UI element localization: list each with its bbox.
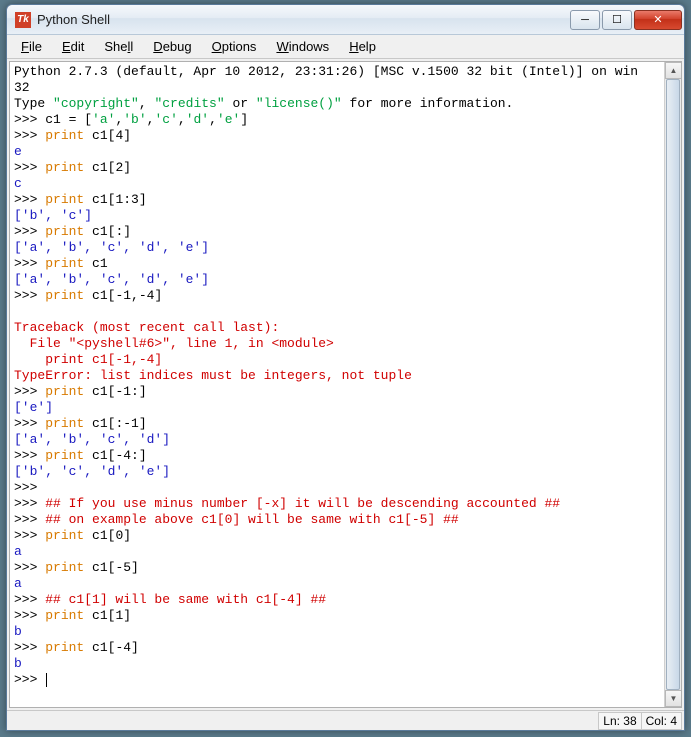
keyword: print xyxy=(45,608,84,623)
keyword: print xyxy=(45,224,84,239)
status-line: Ln: 38 xyxy=(598,712,641,730)
stmt: c1[-4:] xyxy=(84,448,146,463)
comment: ## c1[1] will be same with c1[-4] ## xyxy=(45,592,326,607)
stmt: c1[0] xyxy=(84,528,131,543)
comment: ## on example above c1[0] will be same w… xyxy=(45,512,458,527)
scroll-down-button[interactable]: ▼ xyxy=(665,690,682,707)
prompt: >>> xyxy=(14,496,45,511)
scrollbar-track[interactable] xyxy=(665,79,681,690)
vertical-scrollbar[interactable]: ▲ ▼ xyxy=(664,62,681,707)
scroll-up-button[interactable]: ▲ xyxy=(665,62,682,79)
keyword: print xyxy=(45,192,84,207)
close-button[interactable]: ✕ xyxy=(634,10,682,30)
keyword: print xyxy=(45,288,84,303)
menu-shell[interactable]: Shell xyxy=(94,37,143,56)
output: c xyxy=(14,176,22,191)
stmt: c1 = ['a','b','c','d','e'] xyxy=(45,112,248,127)
output: b xyxy=(14,656,22,671)
stmt: c1 xyxy=(84,256,107,271)
stmt: c1[-1,-4] xyxy=(84,288,162,303)
stmt: c1[-1:] xyxy=(84,384,146,399)
window-title: Python Shell xyxy=(37,12,570,27)
traceback: File "<pyshell#6>", line 1, in <module> xyxy=(14,336,334,351)
prompt: >>> xyxy=(14,160,45,175)
menubar: File Edit Shell Debug Options Windows He… xyxy=(7,35,684,59)
prompt: >>> xyxy=(14,112,45,127)
prompt: >>> xyxy=(14,448,45,463)
output: a xyxy=(14,576,22,591)
output: ['a', 'b', 'c', 'd'] xyxy=(14,432,170,447)
prompt: >>> xyxy=(14,640,45,655)
comment: ## If you use minus number [-x] it will … xyxy=(45,496,560,511)
prompt: >>> xyxy=(14,416,45,431)
stmt: c1[2] xyxy=(84,160,131,175)
banner-line: 32 xyxy=(14,80,30,95)
app-icon: Tk xyxy=(15,12,31,28)
menu-options[interactable]: Options xyxy=(202,37,267,56)
banner-line: Python 2.7.3 (default, Apr 10 2012, 23:3… xyxy=(14,64,638,79)
prompt: >>> xyxy=(14,592,45,607)
keyword: print xyxy=(45,560,84,575)
prompt: >>> xyxy=(14,288,45,303)
scrollbar-thumb[interactable] xyxy=(666,79,680,690)
traceback: TypeError: list indices must be integers… xyxy=(14,368,412,383)
prompt: >>> xyxy=(14,128,45,143)
prompt: >>> xyxy=(14,528,45,543)
editor-area[interactable]: Python 2.7.3 (default, Apr 10 2012, 23:3… xyxy=(10,62,664,707)
keyword: print xyxy=(45,384,84,399)
stmt: c1[-5] xyxy=(84,560,139,575)
minimize-button[interactable]: ─ xyxy=(570,10,600,30)
menu-debug[interactable]: Debug xyxy=(143,37,201,56)
stmt: c1[1:3] xyxy=(84,192,146,207)
prompt: >>> xyxy=(14,560,45,575)
output: ['b', 'c', 'd', 'e'] xyxy=(14,464,170,479)
menu-edit[interactable]: Edit xyxy=(52,37,94,56)
prompt: >>> xyxy=(14,256,45,271)
stmt: c1[1] xyxy=(84,608,131,623)
output: e xyxy=(14,144,22,159)
output: b xyxy=(14,624,22,639)
text-cursor xyxy=(46,673,47,687)
keyword: print xyxy=(45,128,84,143)
stmt: c1[4] xyxy=(84,128,131,143)
keyword: print xyxy=(45,160,84,175)
maximize-button[interactable]: ☐ xyxy=(602,10,632,30)
traceback: print c1[-1,-4] xyxy=(14,352,162,367)
prompt: >>> xyxy=(14,512,45,527)
output: ['a', 'b', 'c', 'd', 'e'] xyxy=(14,240,209,255)
prompt: >>> xyxy=(14,608,45,623)
keyword: print xyxy=(45,256,84,271)
output: ['b', 'c'] xyxy=(14,208,92,223)
traceback: Traceback (most recent call last): xyxy=(14,320,279,335)
prompt: >>> xyxy=(14,384,45,399)
menu-windows[interactable]: Windows xyxy=(266,37,339,56)
prompt: >>> xyxy=(14,480,45,495)
prompt: >>> xyxy=(14,192,45,207)
menu-help[interactable]: Help xyxy=(339,37,386,56)
editor-wrap: Python 2.7.3 (default, Apr 10 2012, 23:3… xyxy=(9,61,682,708)
prompt: >>> xyxy=(14,672,45,687)
window-controls: ─ ☐ ✕ xyxy=(570,10,682,30)
titlebar[interactable]: Tk Python Shell ─ ☐ ✕ xyxy=(7,5,684,35)
output: a xyxy=(14,544,22,559)
prompt: >>> xyxy=(14,224,45,239)
output: ['e'] xyxy=(14,400,53,415)
keyword: print xyxy=(45,448,84,463)
banner-line: Type "copyright", "credits" or "license(… xyxy=(14,96,513,111)
menu-file[interactable]: File xyxy=(11,37,52,56)
keyword: print xyxy=(45,528,84,543)
stmt: c1[:-1] xyxy=(84,416,146,431)
python-shell-window: Tk Python Shell ─ ☐ ✕ File Edit Shell De… xyxy=(6,4,685,731)
output: ['a', 'b', 'c', 'd', 'e'] xyxy=(14,272,209,287)
keyword: print xyxy=(45,640,84,655)
status-col: Col: 4 xyxy=(641,712,682,730)
keyword: print xyxy=(45,416,84,431)
statusbar: Ln: 38 Col: 4 xyxy=(7,710,684,730)
stmt: c1[:] xyxy=(84,224,131,239)
stmt: c1[-4] xyxy=(84,640,139,655)
